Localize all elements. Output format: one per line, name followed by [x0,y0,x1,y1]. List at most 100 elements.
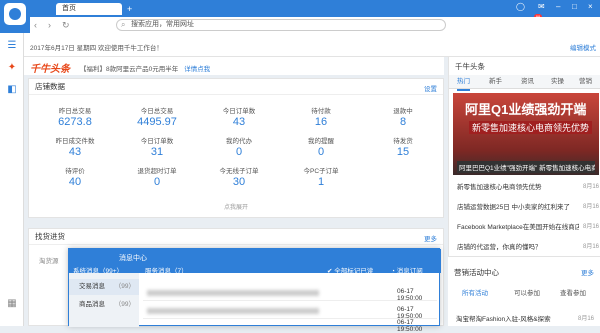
stat-value: 0 [235,146,243,158]
stat-label: 我的提醒 [308,138,334,145]
maximize-button[interactable]: □ [572,2,577,11]
minimize-button[interactable]: – [556,2,560,11]
tab-marketing[interactable]: 营销 [579,75,592,89]
stat-value: 16 [314,116,328,128]
edit-mode-link[interactable]: 编辑模式 [570,42,596,52]
stat-value: 43 [232,116,246,128]
stat-label: 我的代办 [226,138,252,145]
stat-value: 6273.8 [58,116,92,128]
tab-all-activities[interactable]: 所有活动 [462,287,488,297]
headlines-tabs: 热门 新手 资讯 实操 营销 [449,75,600,91]
marketing-title: 营销活动中心 [454,268,499,277]
stat-cell[interactable]: 今日总交易 4495.97 [115,105,199,128]
menu-icon[interactable]: ☰ [5,41,19,51]
back-button[interactable]: ‹ [34,17,37,33]
stat-cell[interactable]: 今无线子订单 30 [197,165,281,188]
stat-cell[interactable]: 昨日总交易 6273.8 [33,105,117,128]
category-trade[interactable]: 交易消息 （99） [69,279,139,295]
welcome-strip: 2017年6月17日 星期四 欢迎使用千牛工作台！ 编辑模式 [24,33,600,57]
headline-date: 8月16 [583,184,600,190]
tab-news[interactable]: 资讯 [521,75,534,89]
headline-item[interactable]: 店铺的代运营，你真的懂吗？ [457,241,579,251]
tab-joinable[interactable]: 可以参加 [514,287,540,297]
marketing-card: 营销活动中心 更多 所有活动 可以参加 查看参加 淘宝帮淘Fashion入驻-风… [448,256,600,326]
plugin-icon[interactable]: ✦ [5,63,19,73]
marketing-more[interactable]: 更多 [581,267,594,277]
mark-all-read-label: 全部标记已读 [334,268,374,275]
message-center-title: 消息中心 [119,255,147,262]
news-headline[interactable]: 【福利】8款阿里云产品0元用半年 详情点我 [80,63,210,73]
user-icon[interactable]: ◯ [516,2,525,11]
tab-home[interactable]: 首页 [56,3,122,15]
message-category-list: 交易消息 （99） 商品消息 （99） [69,273,139,327]
stat-value: 15 [396,146,410,158]
category-product-label: 商品消息 [79,301,105,308]
tab-service-messages[interactable]: 服务消息（7） [145,265,188,275]
stat-label: 退货超时订单 [137,168,177,175]
headlines-title: 千牛头条 [455,62,485,71]
headline-item[interactable]: 新零售加速核心电商领先优势 [457,181,579,191]
headline-date: 8月16 [583,224,600,230]
stat-cell[interactable]: 待付款 16 [279,105,363,128]
mail-icon[interactable]: ✉ [538,2,545,11]
message-row[interactable]: 06-17 19:50:00 [143,303,437,320]
stat-cell[interactable]: 今日订单数 43 [197,105,281,128]
message-time: 06-17 19:50:00 [397,319,423,333]
stat-label: 昨日总交易 [58,108,92,115]
stat-value: 8 [399,116,407,128]
message-time: 06-17 19:50:00 [397,306,423,320]
stat-label: 昨日成交件数 [55,138,95,145]
subscribe-button[interactable]: ◔ 消息订阅 [391,265,423,275]
category-product[interactable]: 商品消息 （99） [69,297,139,313]
tab-novice[interactable]: 新手 [489,75,502,89]
sourcing-title: 找货进货 [29,229,443,245]
forward-button[interactable]: › [48,17,51,33]
tab-joined[interactable]: 查看参加 [560,287,586,297]
tab-practice[interactable]: 实操 [551,75,564,89]
search-input[interactable]: ⌕ 搜索应用，常用网址 [116,19,446,31]
stat-value: 0 [317,146,325,158]
close-button[interactable]: × [588,2,593,11]
tab-hot[interactable]: 热门 [457,75,470,91]
news-strip: 千牛头条 【福利】8款阿里云产品0元用半年 详情点我 [24,57,444,75]
new-tab-button[interactable]: + [127,3,132,15]
search-icon: ⌕ [121,20,126,29]
stat-label: 今PC子订单 [303,168,339,175]
headline-item[interactable]: 店铺运营数据25日 中小卖家的红利来了 [457,201,579,211]
shop-data-card: 店铺数据 设置 昨日总交易 6273.8 今日总交易 4495.97 今日订单数 43 待付… [28,78,444,218]
bag-icon[interactable]: ◧ [5,85,19,95]
stat-cell[interactable]: 今日订单数 31 [115,135,199,158]
expand-link[interactable]: 点我展开 [29,202,443,211]
date-welcome-text: 2017年6月17日 星期四 欢迎使用千牛工作台！ [30,45,163,52]
stat-cell[interactable]: 待评价 40 [33,165,117,188]
stat-cell[interactable]: 我的代办 0 [197,135,281,158]
message-center-header: 消息中心 系统消息（99+） 服务消息（7） ✔ 全部标记已读 ◔ 消息订阅 [69,249,441,275]
stat-cell[interactable]: 待发货 15 [361,135,445,158]
sourcing-more-link[interactable]: 更多 [424,233,437,243]
stat-label: 今日总交易 [140,108,174,115]
stat-cell[interactable]: 退款中 8 [361,105,445,128]
banner-line-2: 新零售加速核心电商领先优势 [469,121,593,134]
sourcing-sub: 淘货源 [39,258,59,265]
stat-value: 30 [232,176,246,188]
refresh-button[interactable]: ↻ [62,17,70,33]
shop-settings-link[interactable]: 设置 [424,83,437,93]
headline-banner[interactable]: 阿里Q1业绩强劲开端 新零售加速核心电商领先优势 阿里巴巴Q1业绩"强劲开端" … [453,93,599,175]
news-detail-link[interactable]: 详情点我 [184,66,210,73]
marketing-item[interactable]: 淘宝帮淘Fashion入驻-风格&探索 [456,313,572,323]
stat-cell[interactable]: 退货超时订单 0 [115,165,199,188]
stat-cell[interactable]: 我的提醒 0 [279,135,363,158]
message-time: 06-17 19:50:00 [397,288,423,302]
stat-cell[interactable]: 昨日成交件数 43 [33,135,117,158]
stat-value: 0 [153,176,161,188]
mark-all-read-button[interactable]: ✔ 全部标记已读 [327,265,373,275]
stat-value: 31 [150,146,164,158]
category-trade-count: （99） [114,283,135,290]
message-row[interactable]: 06-17 19:50:00 [143,285,437,302]
stat-label: 今日订单数 [222,108,256,115]
headline-item[interactable]: Facebook Marketplace在美国开始在线商店了 [457,221,579,231]
stat-label: 今日订单数 [140,138,174,145]
grid-icon[interactable]: ▦ [5,299,19,309]
stat-cell[interactable]: 今PC子订单 1 [279,165,363,188]
blurred-text [147,308,319,314]
